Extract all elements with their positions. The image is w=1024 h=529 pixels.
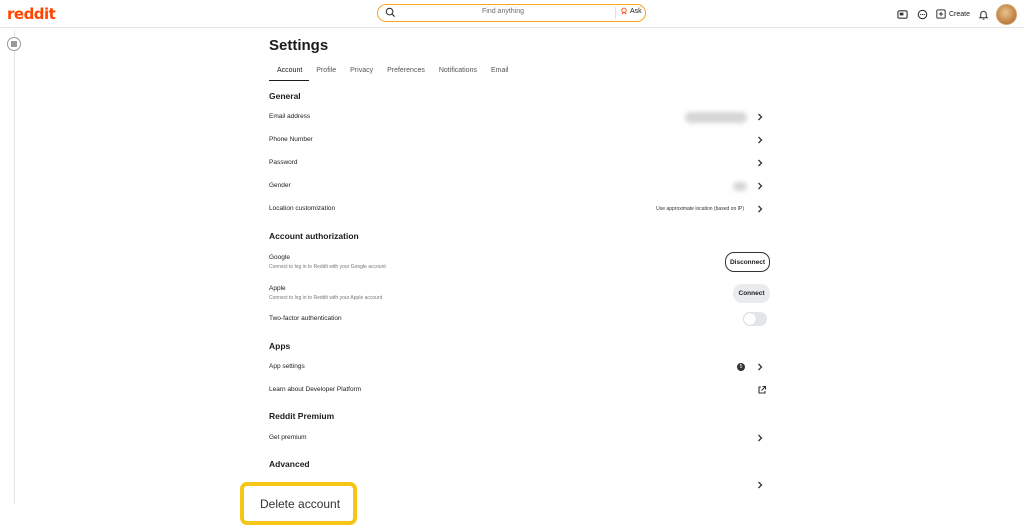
get-premium-label: Get premium <box>269 434 307 441</box>
apple-label: Apple <box>269 285 286 292</box>
ask-label: Ask <box>630 7 642 15</box>
gender-label: Gender <box>269 182 291 189</box>
location-label: Location customization <box>269 205 336 212</box>
tab-account[interactable]: Account <box>269 65 310 81</box>
search-input[interactable]: Find anything <box>378 8 628 15</box>
sidebar-toggle-button[interactable] <box>7 37 21 51</box>
chat-icon <box>918 9 928 19</box>
advertise-icon <box>897 9 909 19</box>
google-label: Google <box>269 254 290 261</box>
email-label: Email address <box>269 113 311 120</box>
google-row: Google Connect to log in to Reddit with … <box>269 252 771 273</box>
tab-preferences[interactable]: Preferences <box>380 65 432 81</box>
create-button[interactable]: Create <box>936 9 970 19</box>
section-general: General <box>269 91 301 101</box>
count-badge: 5 <box>737 363 745 371</box>
section-advanced: Advanced <box>269 459 310 469</box>
location-row[interactable]: Location customization Use approximate l… <box>269 201 771 219</box>
section-premium: Reddit Premium <box>269 411 335 421</box>
settings-tabs: Account Profile Privacy Preferences Noti… <box>269 65 516 81</box>
phone-row[interactable]: Phone Number <box>269 132 771 150</box>
gender-value-redacted <box>733 182 747 191</box>
delete-account-label: Delete account <box>260 497 341 511</box>
plus-icon <box>936 9 946 19</box>
menu-icon <box>11 41 17 47</box>
tab-profile[interactable]: Profile <box>309 65 343 81</box>
chevron-right-icon <box>758 434 763 442</box>
external-link-icon <box>758 385 767 394</box>
notifications-button[interactable] <box>976 7 990 21</box>
get-premium-row[interactable]: Get premium <box>269 430 771 448</box>
tab-notifications[interactable]: Notifications <box>432 65 484 81</box>
ask-icon <box>621 7 627 15</box>
location-value: Use approximate location (based on IP) <box>656 206 744 212</box>
two-factor-row: Two-factor authentication <box>269 311 771 329</box>
two-factor-label: Two-factor authentication <box>269 315 342 322</box>
ask-button[interactable]: Ask <box>620 7 642 15</box>
section-apps: Apps <box>269 341 291 351</box>
google-description: Connect to log in to Reddit with your Go… <box>269 264 386 270</box>
chevron-right-icon <box>758 159 763 167</box>
gender-row[interactable]: Gender <box>269 178 771 196</box>
password-row[interactable]: Password <box>269 155 771 173</box>
app-settings-label: App settings <box>269 363 305 370</box>
tab-email[interactable]: Email <box>484 65 516 81</box>
section-account-authorization: Account authorization <box>269 231 359 241</box>
search-bar[interactable]: Find anything Ask <box>377 4 646 22</box>
two-factor-toggle[interactable] <box>743 312 767 326</box>
chevron-right-icon <box>758 182 763 190</box>
advertise-button[interactable] <box>896 7 910 21</box>
header-actions: Create <box>896 3 1017 25</box>
connect-apple-button[interactable]: Connect <box>733 284 770 303</box>
tab-privacy[interactable]: Privacy <box>343 65 380 81</box>
email-value-redacted <box>685 112 747 123</box>
page-title: Settings <box>269 37 329 54</box>
chevron-right-icon <box>758 113 763 121</box>
chevron-right-icon <box>758 205 763 213</box>
bell-icon <box>978 10 988 20</box>
disconnect-google-button[interactable]: Disconnect <box>725 252 770 272</box>
phone-label: Phone Number <box>269 136 313 143</box>
developer-platform-row[interactable]: Learn about Developer Platform <box>269 382 771 400</box>
apple-row: Apple Connect to log in to Reddit with y… <box>269 284 771 304</box>
app-settings-row[interactable]: App settings 5 <box>269 359 771 377</box>
delete-account-button[interactable]: Delete account <box>240 482 357 525</box>
email-row[interactable]: Email address <box>269 109 771 127</box>
chevron-right-icon <box>758 136 763 144</box>
apple-description: Connect to log in to Reddit with your Ap… <box>269 295 383 301</box>
top-bar: reddit Find anything Ask Create <box>0 0 1024 28</box>
reddit-logo[interactable]: reddit <box>7 5 56 23</box>
developer-platform-label: Learn about Developer Platform <box>269 386 362 393</box>
search-divider <box>615 7 616 19</box>
password-label: Password <box>269 159 298 166</box>
chevron-right-icon <box>758 363 763 371</box>
toggle-knob <box>744 313 756 325</box>
avatar[interactable] <box>996 3 1017 25</box>
sidebar-divider <box>14 30 15 504</box>
chat-button[interactable] <box>916 7 930 21</box>
chevron-right-icon <box>758 481 763 489</box>
create-label: Create <box>948 10 970 18</box>
